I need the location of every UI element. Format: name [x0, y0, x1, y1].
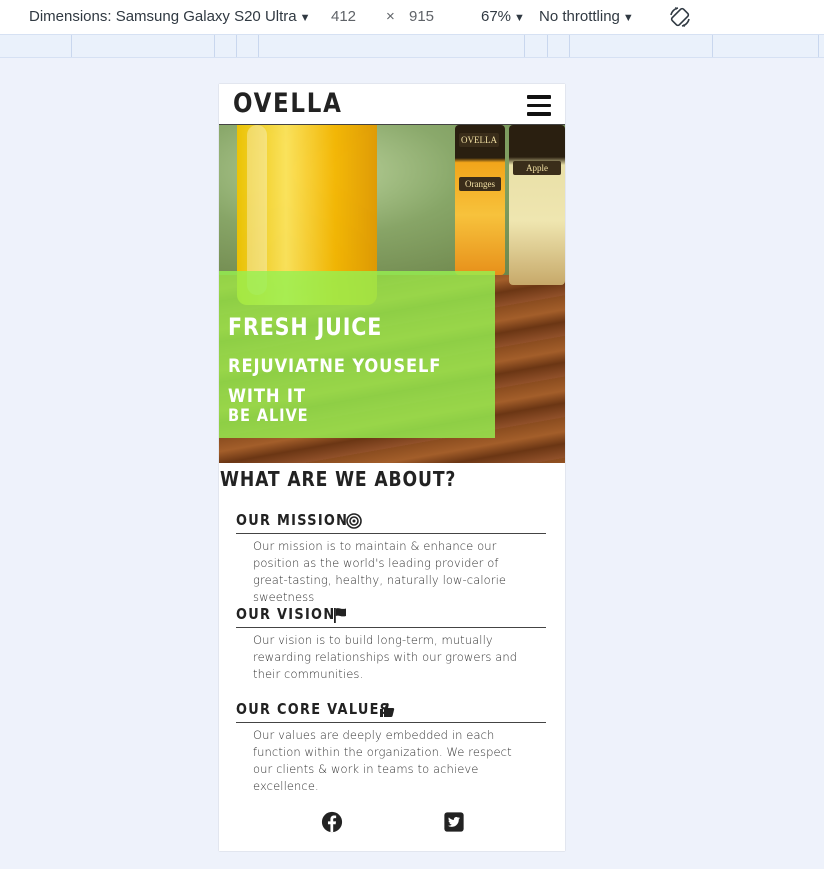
- ruler-tick: [818, 35, 819, 57]
- width-input[interactable]: 412: [331, 8, 356, 25]
- device-dimensions-dropdown[interactable]: Dimensions: Samsung Galaxy S20 Ultra ▼: [29, 8, 311, 25]
- core-values-heading: OUR CORE VALUES: [236, 698, 546, 723]
- hero-text-overlay: FRESH JUICE REJUVIATNE YOUSELF WITH IT B…: [219, 271, 495, 438]
- bottle-label: Apple: [513, 161, 561, 175]
- apple-bottle-image: [509, 125, 565, 285]
- vision-heading: OUR VISION: [236, 603, 546, 628]
- mission-heading: OUR MISSION: [236, 509, 546, 534]
- zoom-dropdown[interactable]: 67% ▼: [481, 8, 525, 25]
- hero-title: FRESH JUICE: [228, 313, 383, 341]
- throttling-dropdown[interactable]: No throttling ▼: [539, 8, 634, 25]
- chevron-down-icon: ▼: [299, 12, 311, 24]
- ruler-tick: [712, 35, 713, 57]
- hero-tagline: BE ALIVE: [228, 406, 309, 426]
- site-logo[interactable]: OVELLA: [233, 88, 343, 119]
- ruler-tick: [547, 35, 548, 57]
- facebook-icon[interactable]: [321, 811, 343, 833]
- height-input[interactable]: 915: [409, 8, 434, 25]
- hero-subtitle: REJUVIATNE YOUSELF WITH IT: [228, 355, 442, 407]
- devtools-toolbar: Dimensions: Samsung Galaxy S20 Ultra ▼ 41…: [0, 0, 824, 34]
- chevron-down-icon: ▼: [622, 12, 634, 24]
- orange-bottle-image: [455, 125, 505, 275]
- ruler-tick: [258, 35, 259, 57]
- ruler-tick: [524, 35, 525, 57]
- about-heading: WHAT ARE WE ABOUT?: [220, 467, 457, 491]
- ruler-tick: [214, 35, 215, 57]
- zoom-value: 67%: [481, 8, 512, 25]
- bullseye-icon: [346, 513, 362, 529]
- ruler-tick: [71, 35, 72, 57]
- rotate-icon[interactable]: [668, 5, 692, 29]
- media-query-ruler: [0, 34, 824, 58]
- dimensions-label: Dimensions: Samsung Galaxy S20 Ultra: [29, 8, 297, 25]
- vision-text: Our vision is to build long-term, mutual…: [253, 633, 518, 681]
- times-separator: ×: [386, 8, 395, 25]
- vision-heading-text: OUR VISION: [236, 605, 336, 623]
- core-values-heading-text: OUR CORE VALUES: [236, 700, 391, 718]
- bottle-label: OVELLA: [459, 133, 499, 147]
- hamburger-icon[interactable]: [527, 95, 551, 117]
- site-navbar: OVELLA: [219, 84, 565, 126]
- throttling-value: No throttling: [539, 8, 620, 25]
- mission-text: Our mission is to maintain & enhance our…: [253, 539, 507, 604]
- twitter-icon[interactable]: [443, 811, 465, 833]
- flag-icon: [334, 608, 346, 623]
- mission-heading-text: OUR MISSION: [236, 511, 349, 529]
- ruler-tick: [569, 35, 570, 57]
- bottle-label: Oranges: [459, 177, 501, 191]
- thumbs-up-icon: [380, 703, 395, 717]
- device-viewport: OVELLA OVELLA Oranges Apple FRESH JUICE …: [219, 84, 565, 851]
- core-values-text: Our values are deeply embedded in each f…: [253, 728, 512, 793]
- ruler-tick: [236, 35, 237, 57]
- chevron-down-icon: ▼: [514, 12, 525, 24]
- hero-banner: OVELLA Oranges Apple FRESH JUICE REJUVIA…: [219, 125, 565, 463]
